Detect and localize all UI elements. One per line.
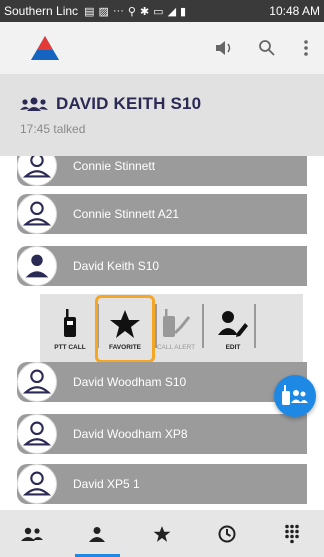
app-bar (0, 22, 324, 74)
battery-icon: ▮ (180, 5, 187, 18)
bluetooth-icon: ✱ (139, 5, 150, 18)
group-status: 17:45 talked (20, 122, 86, 136)
edit-contact-icon (217, 307, 249, 341)
ptt-group-fab[interactable] (274, 375, 316, 417)
group-ptt-icon (282, 385, 308, 405)
message-icon: ▤ (84, 5, 95, 18)
nav-contacts[interactable] (65, 510, 130, 557)
favorite-highlight (95, 295, 155, 363)
status-icons: ▤ ▨ ··· ⚲ ✱ ▭ ◢ ▮ (84, 5, 186, 18)
nav-history[interactable] (194, 510, 259, 557)
call-alert-button[interactable]: CALL ALERT (150, 294, 202, 364)
app-logo (31, 36, 59, 60)
contact-name: Connie Stinnett (73, 159, 156, 173)
contact-row[interactable]: Connie Stinnett (17, 156, 307, 186)
contact-action-panel: PTT CALL FAVORITE CALL ALERT EDIT (40, 294, 303, 364)
contact-name: David Woodham S10 (73, 375, 187, 389)
avatar-icon (17, 156, 57, 186)
speaker-icon[interactable] (210, 34, 238, 62)
nav-dialpad[interactable] (259, 510, 324, 557)
contact-name: Connie Stinnett A21 (73, 207, 180, 221)
signal-icon: ◢ (167, 5, 177, 18)
avatar-icon (17, 414, 57, 454)
photo-icon: ▨ (98, 5, 109, 18)
search-icon[interactable] (253, 34, 281, 62)
dialpad-icon (284, 524, 299, 543)
contact-row[interactable]: David XP5 1 (17, 464, 307, 504)
groups-icon (21, 527, 44, 541)
edit-button[interactable]: EDIT (207, 294, 259, 364)
bottom-navigation (0, 510, 324, 557)
more-notifications-icon: ··· (112, 5, 124, 17)
group-icon (20, 97, 48, 111)
carrier-name: Southern Linc (4, 4, 79, 18)
avatar-icon (17, 194, 57, 234)
contact-list[interactable]: Connie Stinnett Connie Stinnett A21 Davi… (0, 156, 324, 510)
avatar-icon (17, 246, 57, 286)
nav-groups[interactable] (0, 510, 65, 557)
overflow-menu-icon[interactable] (292, 34, 320, 62)
contact-name: David Keith S10 (73, 259, 160, 273)
divider (202, 304, 204, 348)
group-header: DAVID KEITH S10 17:45 talked (0, 74, 324, 156)
status-time: 10:48 AM (269, 4, 320, 18)
radio-icon (62, 307, 78, 341)
status-bar: Southern Linc ▤ ▨ ··· ⚲ ✱ ▭ ◢ ▮ 10:48 AM (0, 0, 324, 22)
contact-row[interactable]: Connie Stinnett A21 (17, 194, 307, 234)
group-title-row: DAVID KEITH S10 (20, 94, 201, 114)
avatar-icon (17, 362, 57, 402)
avatar-icon (17, 464, 57, 504)
contact-row-selected[interactable]: David Keith S10 (17, 246, 307, 286)
group-title: DAVID KEITH S10 (56, 94, 202, 113)
clock-icon (218, 525, 236, 542)
contact-name: David Woodham XP8 (73, 427, 188, 441)
location-icon: ⚲ (127, 5, 136, 18)
star-icon (153, 525, 171, 542)
person-icon (89, 526, 106, 542)
contact-row[interactable]: David Woodham S10 (17, 362, 307, 402)
call-alert-icon (161, 307, 191, 341)
ptt-call-button[interactable]: PTT CALL (44, 294, 96, 364)
volte-icon: ▭ (153, 5, 164, 18)
divider (254, 304, 256, 348)
contact-name: David XP5 1 (73, 477, 140, 491)
nav-favorites[interactable] (130, 510, 195, 557)
contact-row[interactable]: David Woodham XP8 (17, 414, 307, 454)
